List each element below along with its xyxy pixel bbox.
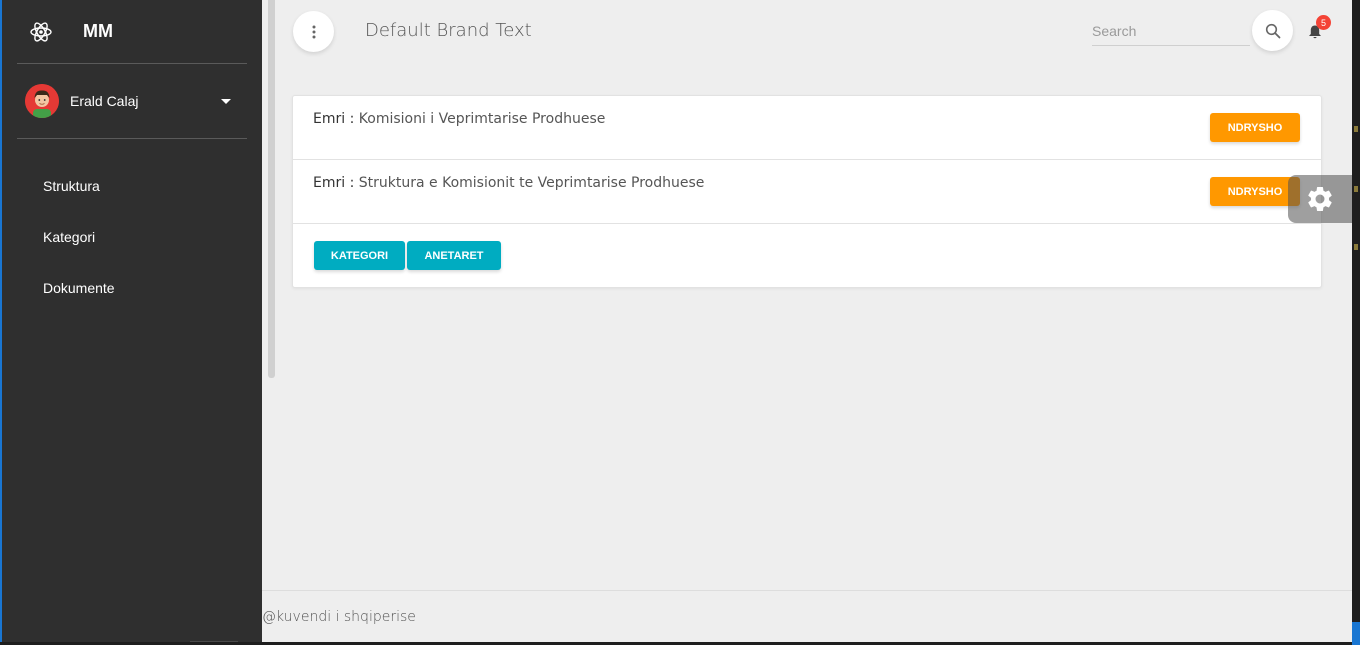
brand-name: MM xyxy=(83,21,113,41)
field-key: Emri xyxy=(313,111,346,127)
sidebar-item-label: Kategori xyxy=(43,228,96,245)
edit-button[interactable]: NDRYSHO xyxy=(1210,113,1300,142)
user-name: Erald Calaj xyxy=(70,93,139,109)
edit-button[interactable]: NDRYSHO xyxy=(1210,177,1300,206)
list-item: Emri : Komisioni i Veprimtarise Prodhues… xyxy=(293,96,1321,160)
atom-icon xyxy=(29,20,53,44)
sidebar-item-struktura[interactable]: Struktura xyxy=(17,160,247,211)
sidebar-item-label: Struktura xyxy=(43,177,100,194)
main-panel: Default Brand Text 5 Emri : Komisioni i … xyxy=(262,0,1352,642)
field-value: Struktura e Komisionit te Veprimtarise P… xyxy=(358,175,705,191)
details-card: Emri : Komisioni i Veprimtarise Prodhues… xyxy=(292,95,1322,288)
gear-icon xyxy=(1308,186,1332,211)
field-separator: : xyxy=(345,175,359,191)
field-separator: : xyxy=(345,111,359,127)
page-title: Default Brand Text xyxy=(365,20,532,41)
search-button[interactable] xyxy=(1252,10,1293,51)
search-input[interactable] xyxy=(1092,16,1250,46)
row-label: Emri : Komisioni i Veprimtarise Prodhues… xyxy=(313,111,605,127)
field-value: Komisioni i Veprimtarise Prodhuese xyxy=(358,111,606,127)
kategori-button[interactable]: KATEGORI xyxy=(314,241,405,270)
sidebar-item-dokumente[interactable]: Dokumente xyxy=(17,262,247,313)
window-frame-right xyxy=(1352,0,1360,642)
user-menu[interactable]: Erald Calaj xyxy=(17,64,247,139)
more-menu-button[interactable] xyxy=(293,11,334,52)
caret-down-icon[interactable] xyxy=(221,98,231,104)
frame-marker xyxy=(1354,244,1358,250)
frame-marker xyxy=(1354,186,1358,192)
sidebar-item-kategori[interactable]: Kategori xyxy=(17,211,247,262)
list-item: Emri : Struktura e Komisionit te Veprimt… xyxy=(293,160,1321,224)
sidebar-nav: Struktura Kategori Dokumente xyxy=(17,160,247,313)
search-icon xyxy=(1265,23,1280,38)
sidebar: MM Erald Calaj Struktura Kategori Dokume… xyxy=(2,0,262,642)
sidebar-scrollbar[interactable] xyxy=(268,0,275,378)
row-label: Emri : Struktura e Komisionit te Veprimt… xyxy=(313,175,704,191)
notification-badge: 5 xyxy=(1316,15,1331,30)
top-navbar: Default Brand Text 5 xyxy=(262,0,1352,64)
frame-marker xyxy=(1354,126,1358,132)
more-vert-icon xyxy=(312,25,315,38)
sidebar-item-label: Dokumente xyxy=(43,279,115,296)
avatar xyxy=(25,84,59,118)
footer-text: @kuvendi i shqiperise xyxy=(262,609,416,625)
settings-button[interactable] xyxy=(1288,175,1352,223)
sidebar-brand[interactable]: MM xyxy=(17,0,247,64)
anetaret-button[interactable]: ANETARET xyxy=(407,241,501,270)
frame-accent xyxy=(1352,622,1360,645)
field-key: Emri xyxy=(313,175,346,191)
footer: @kuvendi i shqiperise xyxy=(262,590,1352,642)
